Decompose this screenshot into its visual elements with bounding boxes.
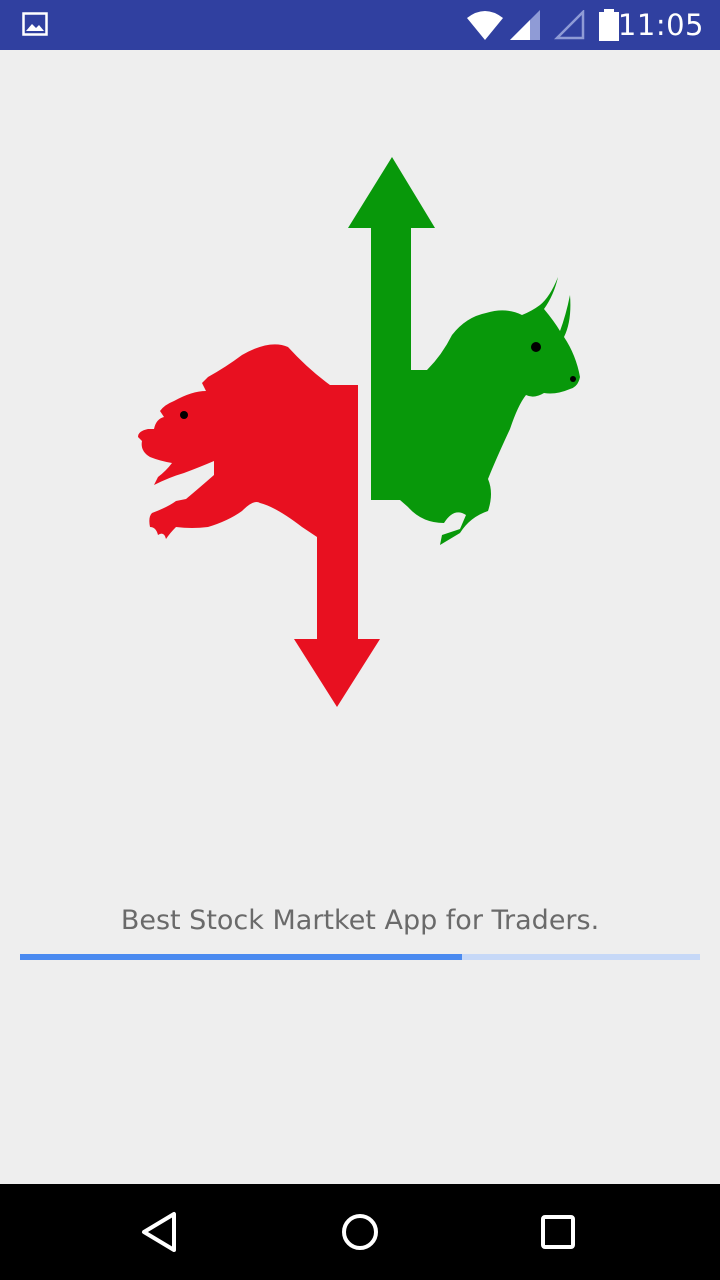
back-icon[interactable] <box>138 1210 182 1254</box>
status-time: 11:05 <box>617 8 704 42</box>
home-icon[interactable] <box>336 1208 384 1256</box>
bull-icon <box>400 277 580 545</box>
signal-icon <box>554 10 585 40</box>
loading-progress-bar <box>20 954 700 960</box>
battery-icon <box>599 9 619 41</box>
recents-icon[interactable] <box>536 1210 580 1254</box>
splash-screen: Best Stock Martket App for Traders. <box>0 50 720 1184</box>
tagline: Best Stock Martket App for Traders. <box>120 905 600 936</box>
progress-fill <box>20 954 462 960</box>
gallery-icon <box>22 12 48 36</box>
signal-icon <box>510 10 540 40</box>
bull-bear-logo <box>138 157 580 707</box>
status-bar: 11:05 <box>0 0 720 50</box>
wifi-icon <box>467 11 503 40</box>
navigation-bar <box>0 1184 720 1280</box>
